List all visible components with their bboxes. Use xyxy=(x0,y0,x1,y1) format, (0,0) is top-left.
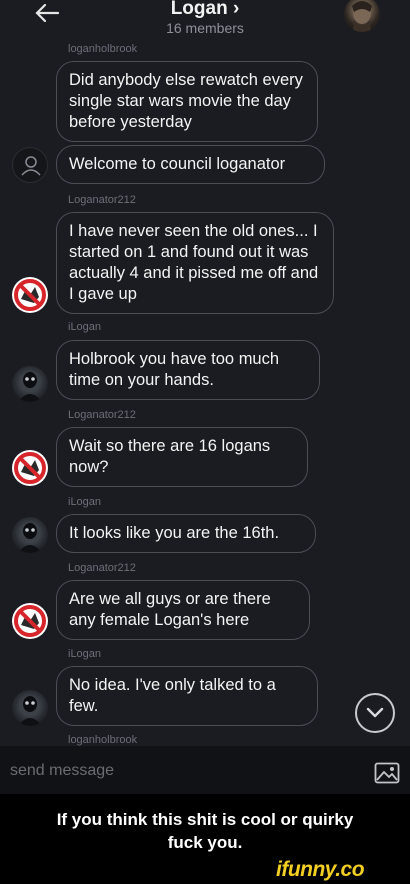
user-placeholder-icon xyxy=(21,156,41,176)
message-composer: send message xyxy=(0,746,410,794)
user-avatar[interactable] xyxy=(12,450,48,486)
message-sender: loganholbrook xyxy=(68,734,138,746)
message-sender: iLogan xyxy=(68,321,102,333)
meme-caption: If you think this shit is cool or quirky… xyxy=(0,808,410,854)
chevron-down-icon xyxy=(366,707,384,718)
message-bubble[interactable]: Are we all guys or are there any female … xyxy=(56,580,310,640)
message-input[interactable]: send message xyxy=(10,762,114,780)
message-sender: iLogan xyxy=(68,496,102,508)
message-sender: iLogan xyxy=(68,648,102,660)
no-symbol-icon xyxy=(14,605,46,637)
message-sender: Loganator212 xyxy=(68,194,136,206)
message-bubble[interactable]: I have never seen the old ones... I star… xyxy=(56,212,334,314)
message-sender: loganholbrook xyxy=(68,43,138,55)
image-attach-icon[interactable] xyxy=(374,762,400,784)
masked-figure-icon xyxy=(18,372,42,402)
masked-figure-icon xyxy=(18,696,42,726)
no-symbol-icon xyxy=(14,452,46,484)
chat-header: Logan › 16 members xyxy=(0,0,410,42)
message-bubble[interactable]: Holbrook you have too much time on your … xyxy=(56,340,320,400)
message-bubble[interactable]: No idea. I've only talked to a few. xyxy=(56,666,318,726)
no-symbol-icon xyxy=(14,279,46,311)
message-bubble[interactable]: Did anybody else rewatch every single st… xyxy=(56,61,318,142)
ifunny-watermark: ifunny.co xyxy=(276,858,365,881)
message-sender: Loganator212 xyxy=(68,562,136,574)
user-avatar[interactable] xyxy=(12,147,48,183)
caption-line-2: fuck you. xyxy=(167,833,243,852)
scroll-to-bottom-button[interactable] xyxy=(355,693,395,733)
masked-figure-icon xyxy=(18,523,42,553)
user-avatar[interactable] xyxy=(12,690,48,726)
user-avatar[interactable] xyxy=(12,517,48,553)
user-avatar[interactable] xyxy=(12,277,48,313)
chat-screen: Logan › 16 members loganholbrook Did any… xyxy=(0,0,410,794)
message-bubble[interactable]: It looks like you are the 16th. xyxy=(56,514,316,553)
user-avatar[interactable] xyxy=(12,603,48,639)
message-bubble[interactable]: Wait so there are 16 logans now? xyxy=(56,427,308,487)
user-avatar[interactable] xyxy=(12,366,48,402)
caption-line-1: If you think this shit is cool or quirky xyxy=(56,810,354,829)
message-bubble[interactable]: Welcome to council loganator xyxy=(56,145,325,184)
message-sender: Loganator212 xyxy=(68,409,136,421)
